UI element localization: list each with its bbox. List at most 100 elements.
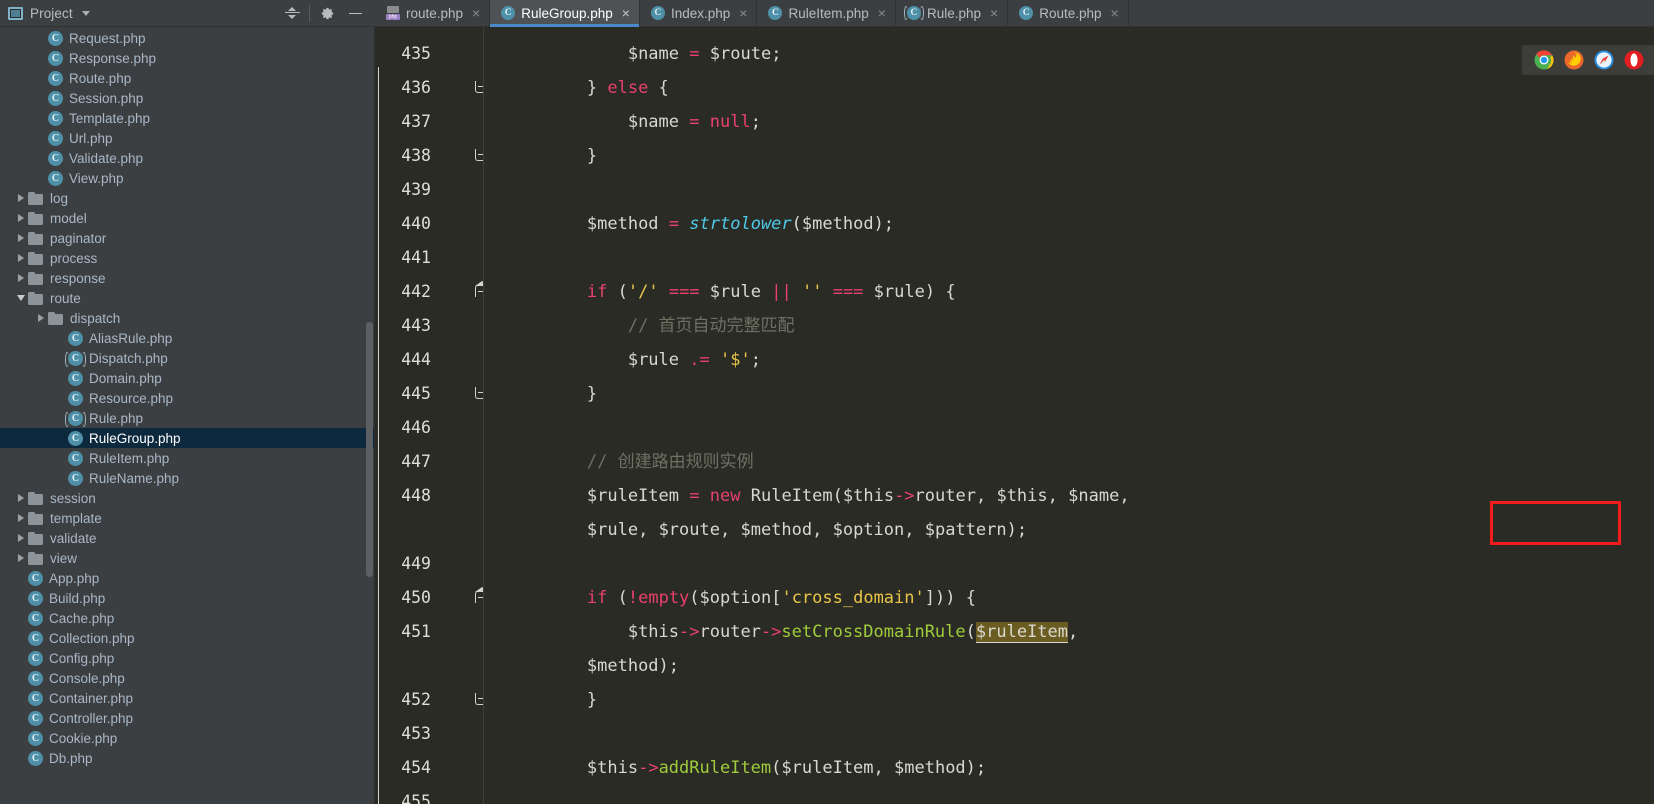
firefox-icon[interactable] bbox=[1564, 50, 1584, 70]
close-icon[interactable]: × bbox=[739, 6, 747, 20]
php-class-icon: C bbox=[28, 630, 43, 646]
project-file-tree[interactable]: C Request.php C Response.php C Route.php C Sess… bbox=[0, 27, 375, 804]
tree-item[interactable]: dispatch bbox=[0, 308, 375, 328]
tree-arrow-spacer bbox=[54, 448, 68, 468]
tree-item[interactable]: C Url.php bbox=[0, 128, 375, 148]
tree-item[interactable]: C View.php bbox=[0, 168, 375, 188]
close-icon[interactable]: × bbox=[990, 6, 998, 20]
tree-item[interactable]: C Container.php bbox=[0, 688, 375, 708]
chevron-right-icon[interactable] bbox=[14, 248, 28, 268]
project-panel-title: Project bbox=[30, 5, 73, 21]
tree-item[interactable]: C App.php bbox=[0, 568, 375, 588]
collapse-all-button[interactable] bbox=[278, 1, 306, 26]
chevron-right-icon[interactable] bbox=[14, 228, 28, 248]
tree-item[interactable]: C Request.php bbox=[0, 28, 375, 48]
abstract-class-icon: C bbox=[65, 350, 86, 367]
tree-item-label: RuleItem.php bbox=[89, 450, 170, 466]
safari-icon[interactable] bbox=[1594, 50, 1614, 70]
project-title-group[interactable]: Project bbox=[8, 6, 90, 21]
chevron-right-icon[interactable] bbox=[14, 208, 28, 228]
tree-item[interactable]: paginator bbox=[0, 228, 375, 248]
tree-item[interactable]: C Route.php bbox=[0, 68, 375, 88]
tree-item-label: Url.php bbox=[69, 130, 113, 146]
tree-item[interactable]: log bbox=[0, 188, 375, 208]
tree-item[interactable]: C Cache.php bbox=[0, 608, 375, 628]
code-content[interactable]: $name = $route; } else { $name = null; }… bbox=[483, 27, 1654, 804]
tree-item[interactable]: C Console.php bbox=[0, 668, 375, 688]
tree-arrow-spacer bbox=[34, 128, 48, 148]
tree-item[interactable]: C RuleItem.php bbox=[0, 448, 375, 468]
tree-item[interactable]: C Cookie.php bbox=[0, 728, 375, 748]
code-editor[interactable]: 435 436 437 438 439 440 441 442 443 444 445 446 447 4… bbox=[375, 27, 1654, 804]
chevron-right-icon[interactable] bbox=[14, 528, 28, 548]
chevron-right-icon[interactable] bbox=[14, 268, 28, 288]
browser-preview-toolbar[interactable] bbox=[1522, 45, 1654, 75]
editor-tab-bar[interactable]: php route.php × C RuleGroup.php × C Index.php × C… bbox=[375, 0, 1654, 27]
close-icon[interactable]: × bbox=[1111, 6, 1119, 20]
chevron-right-icon[interactable] bbox=[14, 508, 28, 528]
tree-item-label: Rule.php bbox=[89, 410, 144, 426]
php-class-icon: C bbox=[48, 50, 63, 66]
tree-item[interactable]: C RuleName.php bbox=[0, 468, 375, 488]
tree-item[interactable]: model bbox=[0, 208, 375, 228]
editor-tab[interactable]: C RuleGroup.php × bbox=[490, 0, 640, 27]
ide-window: Project C Request.php C Response.php C R… bbox=[0, 0, 1654, 804]
folder-icon bbox=[28, 191, 44, 205]
chevron-down-icon[interactable] bbox=[81, 10, 90, 16]
chrome-icon[interactable] bbox=[1534, 50, 1554, 70]
tree-item[interactable]: route bbox=[0, 288, 375, 308]
hide-panel-button[interactable] bbox=[341, 1, 369, 26]
tree-item-label: view bbox=[50, 550, 78, 566]
tree-item-label: template bbox=[50, 510, 102, 526]
tree-item[interactable]: template bbox=[0, 508, 375, 528]
tree-item[interactable]: C Response.php bbox=[0, 48, 375, 68]
chevron-right-icon[interactable] bbox=[14, 188, 28, 208]
tree-item[interactable]: C Build.php bbox=[0, 588, 375, 608]
code-line: $name = $route; bbox=[627, 44, 782, 64]
tree-item[interactable]: session bbox=[0, 488, 375, 508]
tree-item[interactable]: C Config.php bbox=[0, 648, 375, 668]
sidebar-scrollbar[interactable] bbox=[366, 322, 373, 577]
tree-item[interactable]: C AliasRule.php bbox=[0, 328, 375, 348]
chevron-right-icon[interactable] bbox=[14, 488, 28, 508]
tree-item[interactable]: process bbox=[0, 248, 375, 268]
tree-item-label: validate bbox=[50, 530, 97, 546]
close-icon[interactable]: × bbox=[878, 6, 886, 20]
tree-item[interactable]: C Db.php bbox=[0, 748, 375, 768]
tree-item[interactable]: validate bbox=[0, 528, 375, 548]
code-line: $method = strtolower($method); bbox=[586, 214, 895, 234]
close-icon[interactable]: × bbox=[472, 6, 480, 20]
tree-arrow-spacer bbox=[54, 388, 68, 408]
editor-tab[interactable]: C Route.php × bbox=[1008, 0, 1129, 26]
editor-tab[interactable]: php route.php × bbox=[375, 0, 491, 26]
tree-item[interactable]: C Domain.php bbox=[0, 368, 375, 388]
tree-item[interactable]: C Validate.php bbox=[0, 148, 375, 168]
tree-arrow-spacer bbox=[14, 728, 28, 748]
code-line: // 创建路由规则实例 bbox=[586, 452, 754, 472]
php-class-icon: C bbox=[28, 690, 43, 706]
editor-tab[interactable]: C Index.php × bbox=[639, 0, 758, 26]
tree-item[interactable]: C Resource.php bbox=[0, 388, 375, 408]
php-class-icon: C bbox=[28, 670, 43, 686]
tree-item[interactable]: C Collection.php bbox=[0, 628, 375, 648]
project-window-icon bbox=[8, 6, 23, 20]
tree-item[interactable]: C Session.php bbox=[0, 88, 375, 108]
tree-arrow-spacer bbox=[34, 48, 48, 68]
tree-item[interactable]: response bbox=[0, 268, 375, 288]
chevron-right-icon[interactable] bbox=[14, 548, 28, 568]
tree-item[interactable]: C Rule.php bbox=[0, 408, 375, 428]
tree-item[interactable]: C RuleGroup.php bbox=[0, 428, 375, 448]
editor-pane: php route.php × C RuleGroup.php × C Index.php × C… bbox=[375, 0, 1654, 804]
opera-icon[interactable] bbox=[1624, 50, 1644, 70]
editor-tab[interactable]: C Rule.php × bbox=[895, 0, 1009, 26]
tree-item[interactable]: view bbox=[0, 548, 375, 568]
chevron-right-icon[interactable] bbox=[34, 308, 48, 328]
tree-item[interactable]: C Dispatch.php bbox=[0, 348, 375, 368]
tree-item[interactable]: C Controller.php bbox=[0, 708, 375, 728]
editor-tab[interactable]: C RuleItem.php × bbox=[757, 0, 896, 26]
settings-button[interactable] bbox=[313, 1, 341, 26]
chevron-down-icon[interactable] bbox=[14, 288, 28, 308]
tree-item[interactable]: C Template.php bbox=[0, 108, 375, 128]
line-number-gutter[interactable]: 435 436 437 438 439 440 441 442 443 444 445 446 447 4… bbox=[375, 27, 489, 804]
close-icon[interactable]: × bbox=[622, 6, 630, 20]
